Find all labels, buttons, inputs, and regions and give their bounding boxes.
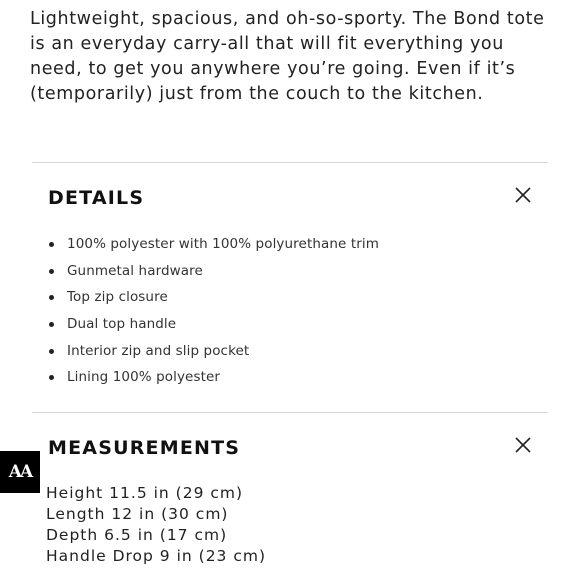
details-heading: DETAILS [48, 187, 145, 209]
bullet-icon [49, 295, 54, 301]
aa-logo-badge: AA [0, 451, 40, 493]
detail-text: 100% polyester with 100% polyurethane tr… [67, 236, 379, 252]
detail-text: Lining 100% polyester [67, 369, 221, 386]
list-item: Gunmetal hardware [48, 261, 379, 288]
measurements-heading: MEASUREMENTS [48, 437, 241, 459]
list-item: 100% polyester with 100% polyurethane tr… [48, 234, 379, 261]
list-item: Depth 6.5 in (17 cm) [46, 526, 228, 544]
bullet-icon [49, 242, 54, 247]
details-collapse-button[interactable] [512, 184, 534, 206]
close-icon [515, 187, 531, 203]
divider [32, 412, 548, 413]
list-item: Handle Drop 9 in (23 cm) [46, 547, 267, 565]
detail-text: Top zip closure [67, 289, 168, 306]
list-item: Top zip closure [48, 287, 379, 314]
list-item: Dual top handle [48, 314, 379, 341]
bullet-icon [49, 268, 54, 274]
product-description: Lightweight, spacious, and oh-so-sporty.… [30, 9, 545, 104]
list-item: Length 12 in (30 cm) [46, 505, 229, 523]
measurements-collapse-button[interactable] [512, 434, 534, 456]
divider [32, 162, 548, 163]
bullet-icon [49, 348, 54, 354]
details-list: 100% polyester with 100% polyurethane tr… [48, 234, 379, 394]
detail-text: Gunmetal hardware [67, 262, 203, 279]
bullet-icon [49, 375, 54, 381]
measurements-list: Height 11.5 in (29 cm) Length 12 in (30 … [46, 483, 266, 567]
detail-text: Interior zip and slip pocket [67, 342, 250, 359]
close-icon [515, 437, 531, 453]
list-item: Lining 100% polyester [48, 367, 379, 394]
bullet-icon [49, 322, 54, 328]
list-item: Interior zip and slip pocket [48, 341, 379, 368]
list-item: Height 11.5 in (29 cm) [46, 484, 244, 502]
detail-text: Dual top handle [67, 316, 177, 333]
